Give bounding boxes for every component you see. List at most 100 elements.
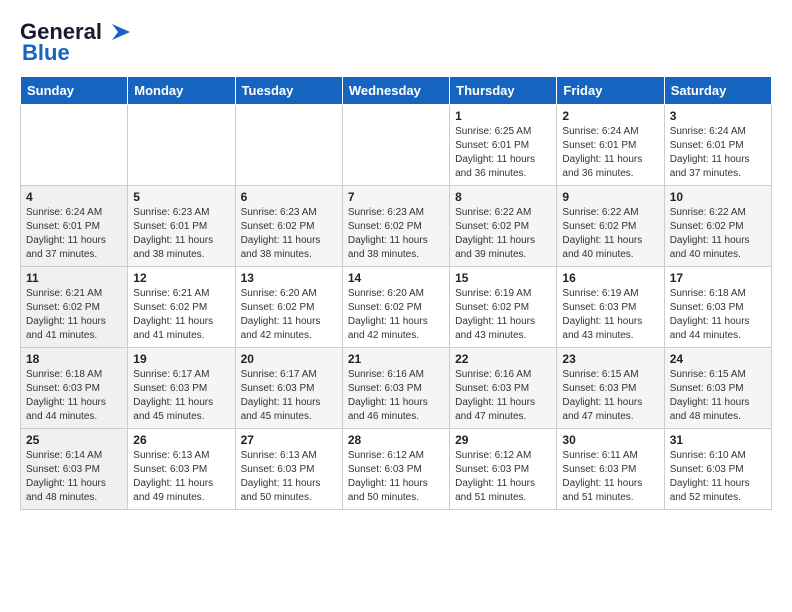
calendar-cell: 25Sunrise: 6:14 AM Sunset: 6:03 PM Dayli… <box>21 429 128 510</box>
day-info: Sunrise: 6:24 AM Sunset: 6:01 PM Dayligh… <box>562 125 658 181</box>
day-of-week-header: Wednesday <box>342 77 449 105</box>
calendar-cell: 19 Sunrise: 6:17 AM Sunset: 6:03 PM Dayli… <box>128 348 235 429</box>
day-number: 17 <box>670 271 766 285</box>
calendar-cell: 6 Sunrise: 6:23 AM Sunset: 6:02 PM Daylig… <box>235 186 342 267</box>
day-info: Sunrise: 6:12 AM Sunset: 6:03 PM Dayligh… <box>455 449 551 505</box>
calendar-week-row: 18 Sunrise: 6:18 AM Sunset: 6:03 PM Dayli… <box>21 348 772 429</box>
day-info: Sunrise: 6:22 AM Sunset: 6:02 PM Dayligh… <box>455 206 551 262</box>
calendar-header-row: SundayMondayTuesdayWednesdayThursdayFrid… <box>21 77 772 105</box>
day-info: Sunrise: 6:15 AM Sunset: 6:03 PM Dayligh… <box>562 368 658 424</box>
day-info: Sunrise: 6:14 AM Sunset: 6:03 PM Dayligh… <box>26 449 122 505</box>
logo-arrow-icon <box>102 22 134 42</box>
day-number: 14 <box>348 271 444 285</box>
day-info: Sunrise: 6:18 AM Sunset: 6:03 PM Dayligh… <box>26 368 122 424</box>
calendar-cell: 7 Sunrise: 6:23 AM Sunset: 6:02 PM Daylig… <box>342 186 449 267</box>
calendar-cell: 2 Sunrise: 6:24 AM Sunset: 6:01 PM Daylig… <box>557 105 664 186</box>
day-info: Sunrise: 6:22 AM Sunset: 6:02 PM Dayligh… <box>670 206 766 262</box>
day-info: Sunrise: 6:18 AM Sunset: 6:03 PM Dayligh… <box>670 287 766 343</box>
day-info: Sunrise: 6:13 AM Sunset: 6:03 PM Dayligh… <box>241 449 337 505</box>
calendar-cell: 5Sunrise: 6:23 AM Sunset: 6:01 PM Daylig… <box>128 186 235 267</box>
calendar-table: SundayMondayTuesdayWednesdayThursdayFrid… <box>20 76 772 510</box>
calendar-cell: 22 Sunrise: 6:16 AM Sunset: 6:03 PM Dayli… <box>450 348 557 429</box>
day-number: 22 <box>455 352 551 366</box>
day-number: 16 <box>562 271 658 285</box>
day-info: Sunrise: 6:19 AM Sunset: 6:03 PM Dayligh… <box>562 287 658 343</box>
day-number: 5 <box>133 190 229 204</box>
day-of-week-header: Friday <box>557 77 664 105</box>
day-info: Sunrise: 6:15 AM Sunset: 6:03 PM Dayligh… <box>670 368 766 424</box>
calendar-week-row: 25Sunrise: 6:14 AM Sunset: 6:03 PM Dayli… <box>21 429 772 510</box>
day-number: 12 <box>133 271 229 285</box>
calendar-cell: 13 Sunrise: 6:20 AM Sunset: 6:02 PM Dayli… <box>235 267 342 348</box>
day-number: 26 <box>133 433 229 447</box>
day-number: 24 <box>670 352 766 366</box>
day-info: Sunrise: 6:21 AM Sunset: 6:02 PM Dayligh… <box>26 287 122 343</box>
calendar-cell: 15 Sunrise: 6:19 AM Sunset: 6:02 PM Dayli… <box>450 267 557 348</box>
calendar-cell <box>128 105 235 186</box>
calendar-cell: 4Sunrise: 6:24 AM Sunset: 6:01 PM Daylig… <box>21 186 128 267</box>
day-info: Sunrise: 6:17 AM Sunset: 6:03 PM Dayligh… <box>133 368 229 424</box>
day-number: 28 <box>348 433 444 447</box>
day-number: 2 <box>562 109 658 123</box>
day-number: 13 <box>241 271 337 285</box>
day-info: Sunrise: 6:25 AM Sunset: 6:01 PM Dayligh… <box>455 125 551 181</box>
calendar-cell: 26 Sunrise: 6:13 AM Sunset: 6:03 PM Dayli… <box>128 429 235 510</box>
calendar-cell: 24 Sunrise: 6:15 AM Sunset: 6:03 PM Dayli… <box>664 348 771 429</box>
day-info: Sunrise: 6:19 AM Sunset: 6:02 PM Dayligh… <box>455 287 551 343</box>
day-number: 29 <box>455 433 551 447</box>
calendar-cell: 23 Sunrise: 6:15 AM Sunset: 6:03 PM Dayli… <box>557 348 664 429</box>
day-of-week-header: Sunday <box>21 77 128 105</box>
calendar-cell: 11 Sunrise: 6:21 AM Sunset: 6:02 PM Dayli… <box>21 267 128 348</box>
day-info: Sunrise: 6:16 AM Sunset: 6:03 PM Dayligh… <box>455 368 551 424</box>
day-number: 1 <box>455 109 551 123</box>
calendar-cell: 20 Sunrise: 6:17 AM Sunset: 6:03 PM Dayli… <box>235 348 342 429</box>
calendar-cell: 14 Sunrise: 6:20 AM Sunset: 6:02 PM Dayli… <box>342 267 449 348</box>
calendar-cell: 8 Sunrise: 6:22 AM Sunset: 6:02 PM Daylig… <box>450 186 557 267</box>
day-number: 23 <box>562 352 658 366</box>
page-header: General Blue <box>20 20 772 66</box>
calendar-cell: 16 Sunrise: 6:19 AM Sunset: 6:03 PM Dayli… <box>557 267 664 348</box>
day-info: Sunrise: 6:23 AM Sunset: 6:02 PM Dayligh… <box>241 206 337 262</box>
day-info: Sunrise: 6:20 AM Sunset: 6:02 PM Dayligh… <box>348 287 444 343</box>
day-number: 15 <box>455 271 551 285</box>
day-number: 30 <box>562 433 658 447</box>
day-info: Sunrise: 6:13 AM Sunset: 6:03 PM Dayligh… <box>133 449 229 505</box>
calendar-week-row: 11 Sunrise: 6:21 AM Sunset: 6:02 PM Dayli… <box>21 267 772 348</box>
calendar-cell <box>342 105 449 186</box>
day-of-week-header: Thursday <box>450 77 557 105</box>
day-number: 9 <box>562 190 658 204</box>
day-number: 27 <box>241 433 337 447</box>
day-info: Sunrise: 6:21 AM Sunset: 6:02 PM Dayligh… <box>133 287 229 343</box>
day-number: 21 <box>348 352 444 366</box>
calendar-cell: 17 Sunrise: 6:18 AM Sunset: 6:03 PM Dayli… <box>664 267 771 348</box>
day-info: Sunrise: 6:23 AM Sunset: 6:02 PM Dayligh… <box>348 206 444 262</box>
day-number: 11 <box>26 271 122 285</box>
day-number: 6 <box>241 190 337 204</box>
calendar-cell: 1 Sunrise: 6:25 AM Sunset: 6:01 PM Daylig… <box>450 105 557 186</box>
day-info: Sunrise: 6:24 AM Sunset: 6:01 PM Dayligh… <box>670 125 766 181</box>
calendar-cell <box>21 105 128 186</box>
calendar-cell: 31 Sunrise: 6:10 AM Sunset: 6:03 PM Dayli… <box>664 429 771 510</box>
day-number: 19 <box>133 352 229 366</box>
day-number: 8 <box>455 190 551 204</box>
calendar-cell: 12 Sunrise: 6:21 AM Sunset: 6:02 PM Dayli… <box>128 267 235 348</box>
logo: General Blue <box>20 20 134 66</box>
day-info: Sunrise: 6:11 AM Sunset: 6:03 PM Dayligh… <box>562 449 658 505</box>
day-info: Sunrise: 6:20 AM Sunset: 6:02 PM Dayligh… <box>241 287 337 343</box>
day-number: 20 <box>241 352 337 366</box>
day-number: 31 <box>670 433 766 447</box>
calendar-cell <box>235 105 342 186</box>
day-info: Sunrise: 6:17 AM Sunset: 6:03 PM Dayligh… <box>241 368 337 424</box>
day-number: 18 <box>26 352 122 366</box>
day-of-week-header: Monday <box>128 77 235 105</box>
day-of-week-header: Tuesday <box>235 77 342 105</box>
calendar-cell: 30 Sunrise: 6:11 AM Sunset: 6:03 PM Dayli… <box>557 429 664 510</box>
calendar-cell: 18 Sunrise: 6:18 AM Sunset: 6:03 PM Dayli… <box>21 348 128 429</box>
calendar-cell: 9Sunrise: 6:22 AM Sunset: 6:02 PM Daylig… <box>557 186 664 267</box>
calendar-cell: 27 Sunrise: 6:13 AM Sunset: 6:03 PM Dayli… <box>235 429 342 510</box>
calendar-cell: 10Sunrise: 6:22 AM Sunset: 6:02 PM Dayli… <box>664 186 771 267</box>
day-info: Sunrise: 6:10 AM Sunset: 6:03 PM Dayligh… <box>670 449 766 505</box>
day-number: 7 <box>348 190 444 204</box>
calendar-week-row: 1 Sunrise: 6:25 AM Sunset: 6:01 PM Daylig… <box>21 105 772 186</box>
calendar-cell: 28Sunrise: 6:12 AM Sunset: 6:03 PM Dayli… <box>342 429 449 510</box>
